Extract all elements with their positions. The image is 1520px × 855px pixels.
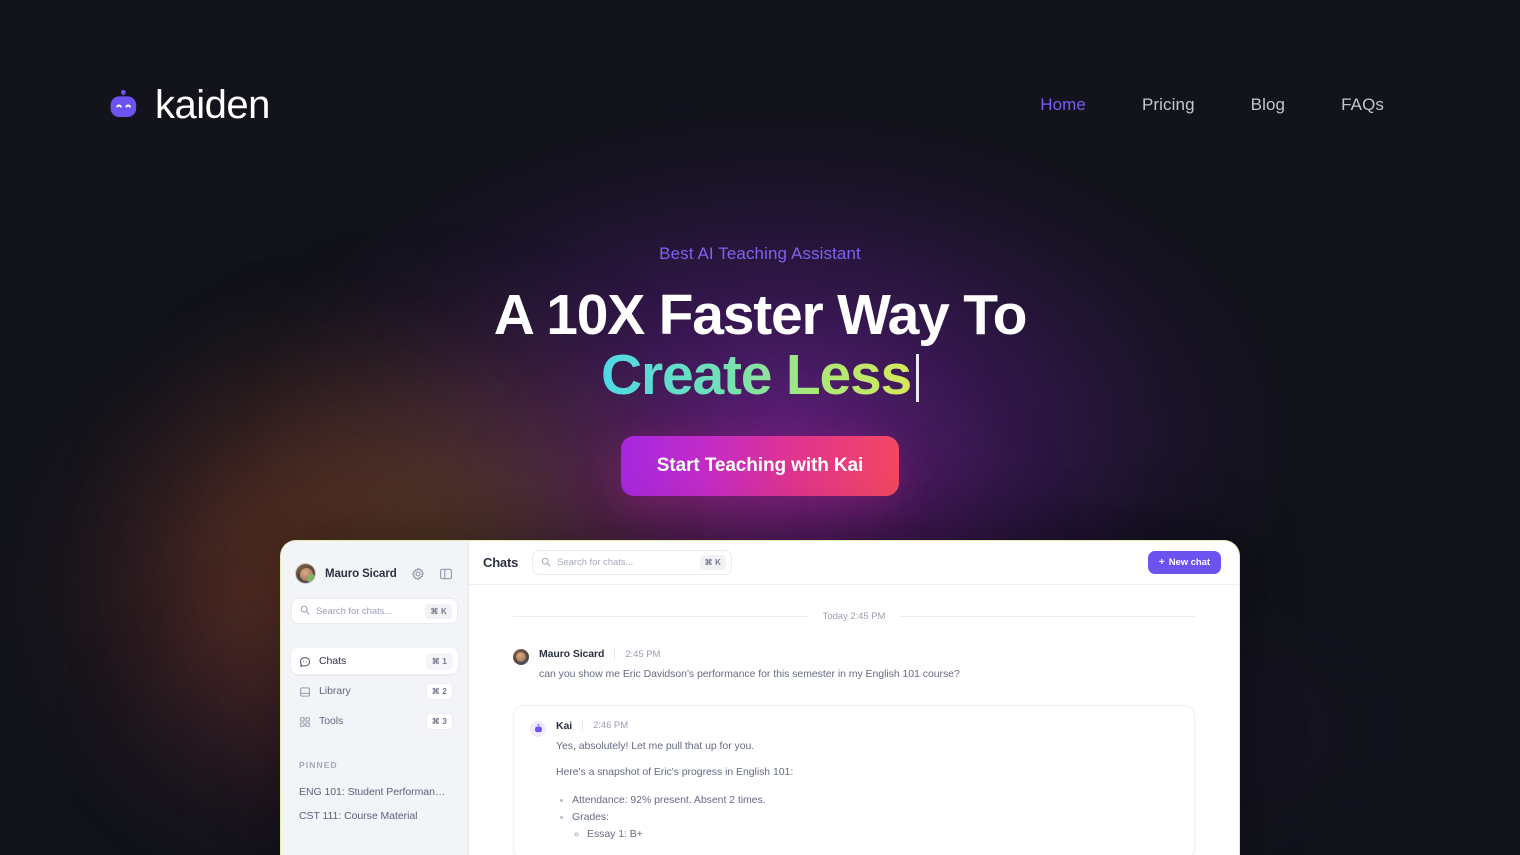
avatar bbox=[513, 649, 529, 665]
sidebar-item-chats-label: Chats bbox=[319, 655, 347, 667]
chats-search-shortcut: ⌘ K bbox=[699, 555, 727, 570]
gear-icon[interactable] bbox=[411, 567, 425, 581]
plus-icon: + bbox=[1158, 556, 1165, 568]
message-author: Mauro Sicard bbox=[539, 648, 605, 660]
day-divider-label: Today 2:45 PM bbox=[822, 611, 886, 622]
nav-link-blog[interactable]: Blog bbox=[1223, 87, 1313, 123]
sidebar-search-placeholder: Search for chats... bbox=[316, 605, 393, 617]
divider-rule-left bbox=[513, 616, 809, 617]
sidebar-user-name: Mauro Sicard bbox=[325, 567, 397, 580]
message-paragraph-1: Yes, absolutely! Let me pull that up for… bbox=[556, 739, 755, 752]
message-assistant-card: Kai 2:46 PM Yes, absolutely! Let me pull… bbox=[513, 704, 1195, 855]
app-preview-window: Mauro Sicard Search for chats... ⌘ K Cha… bbox=[280, 540, 1240, 855]
sidebar-item-library-label: Library bbox=[319, 685, 351, 697]
user-avatar bbox=[295, 563, 316, 584]
app-main-panel: Chats Search for chats... ⌘ K + New chat bbox=[469, 541, 1239, 855]
hero-title-gradient-word: Create Less bbox=[601, 343, 912, 407]
nav-link-home[interactable]: Home bbox=[1012, 87, 1114, 123]
day-divider: Today 2:45 PM bbox=[513, 611, 1196, 622]
message-sub-bullet-list: Essay 1: B+ bbox=[572, 826, 1178, 843]
divider-rule-right bbox=[899, 616, 1196, 617]
message-timestamp: 2:46 PM bbox=[582, 720, 628, 732]
grid-icon bbox=[299, 715, 311, 727]
search-icon bbox=[300, 602, 310, 620]
sidebar-search-input[interactable]: Search for chats... ⌘ K bbox=[291, 598, 458, 624]
sidebar-item-library[interactable]: Library ⌘ 2 bbox=[291, 678, 458, 704]
list-item: Grades: Essay 1: B+ bbox=[572, 809, 1178, 843]
list-item-label: Grades: bbox=[572, 810, 609, 823]
pinned-item-eng-101[interactable]: ENG 101: Student Performannce .. bbox=[291, 780, 458, 804]
hero-title-line-1: A 10X Faster Way To bbox=[493, 283, 1028, 347]
chats-search-input[interactable]: Search for chats... ⌘ K bbox=[532, 550, 733, 575]
app-sidebar: Mauro Sicard Search for chats... ⌘ K Cha… bbox=[281, 541, 469, 855]
sidebar-item-chats[interactable]: Chats ⌘ 1 bbox=[291, 648, 458, 674]
kai-robot-avatar bbox=[530, 720, 546, 737]
chats-search-placeholder: Search for chats... bbox=[557, 557, 634, 568]
brand-name: kaiden bbox=[155, 83, 270, 127]
start-teaching-button[interactable]: Start Teaching with Kai bbox=[620, 436, 900, 496]
message-paragraph-2: Here's a snapshot of Eric's progress in … bbox=[556, 766, 794, 779]
message-bullet-list: Attendance: 92% present. Absent 2 times.… bbox=[556, 792, 1178, 843]
sidebar-search-shortcut: ⌘ K bbox=[425, 603, 452, 619]
sidebar-item-tools-shortcut: ⌘ 3 bbox=[425, 712, 453, 730]
sidebar-panel-icon[interactable] bbox=[439, 567, 453, 581]
message-text: can you show me Eric Davidson's performa… bbox=[539, 668, 960, 680]
hero-eyebrow: Best AI Teaching Assistant bbox=[659, 244, 861, 263]
search-icon bbox=[541, 554, 551, 572]
list-item: Essay 1: B+ bbox=[587, 826, 1178, 843]
sidebar-user-row[interactable]: Mauro Sicard bbox=[291, 563, 458, 584]
message-header: Kai 2:46 PM bbox=[556, 720, 1178, 732]
message-author: Kai bbox=[556, 719, 573, 732]
pinned-item-cst-111[interactable]: CST 111: Course Material bbox=[291, 804, 458, 828]
nav-link-faqs[interactable]: FAQs bbox=[1313, 87, 1412, 123]
sidebar-item-chats-shortcut: ⌘ 1 bbox=[425, 652, 453, 670]
sidebar-item-tools-label: Tools bbox=[319, 715, 344, 727]
new-chat-label: New chat bbox=[1168, 557, 1210, 568]
hero-title-line-2: Create Less bbox=[0, 345, 1520, 405]
sidebar-item-tools[interactable]: Tools ⌘ 3 bbox=[291, 708, 458, 734]
pinned-section-title: PINNED bbox=[299, 760, 338, 770]
robot-head-icon bbox=[108, 89, 139, 121]
landing-page: kaiden Home Pricing Blog FAQs Best AI Te… bbox=[0, 0, 1520, 855]
chat-message-list[interactable]: Today 2:45 PM Mauro Sicard 2:45 PM can y… bbox=[469, 585, 1239, 855]
new-chat-button[interactable]: + New chat bbox=[1147, 551, 1221, 574]
message-body: Mauro Sicard 2:45 PM can you show me Eri… bbox=[539, 648, 1195, 683]
app-topbar: Chats Search for chats... ⌘ K + New chat bbox=[469, 541, 1239, 585]
hero-cta-wrapper: Start Teaching with Kai bbox=[0, 436, 1520, 496]
app-page-title: Chats bbox=[483, 555, 519, 570]
message-timestamp: 2:45 PM bbox=[614, 648, 660, 660]
message-user: Mauro Sicard 2:45 PM can you show me Eri… bbox=[513, 648, 1195, 683]
list-item: Attendance: 92% present. Absent 2 times. bbox=[572, 792, 1178, 809]
message-body: Kai 2:46 PM Yes, absolutely! Let me pull… bbox=[556, 720, 1178, 843]
site-header: kaiden Home Pricing Blog FAQs bbox=[0, 0, 1520, 210]
book-icon bbox=[299, 685, 311, 697]
message-assistant: Kai 2:46 PM Yes, absolutely! Let me pull… bbox=[530, 720, 1178, 843]
message-header: Mauro Sicard 2:45 PM bbox=[539, 648, 1195, 660]
brand-logo[interactable]: kaiden bbox=[108, 85, 270, 125]
sidebar-item-library-shortcut: ⌘ 2 bbox=[425, 682, 453, 700]
chat-bubble-icon bbox=[299, 655, 311, 667]
typing-caret bbox=[916, 354, 919, 403]
main-navigation: Home Pricing Blog FAQs bbox=[1012, 87, 1412, 123]
nav-link-pricing[interactable]: Pricing bbox=[1114, 87, 1223, 123]
